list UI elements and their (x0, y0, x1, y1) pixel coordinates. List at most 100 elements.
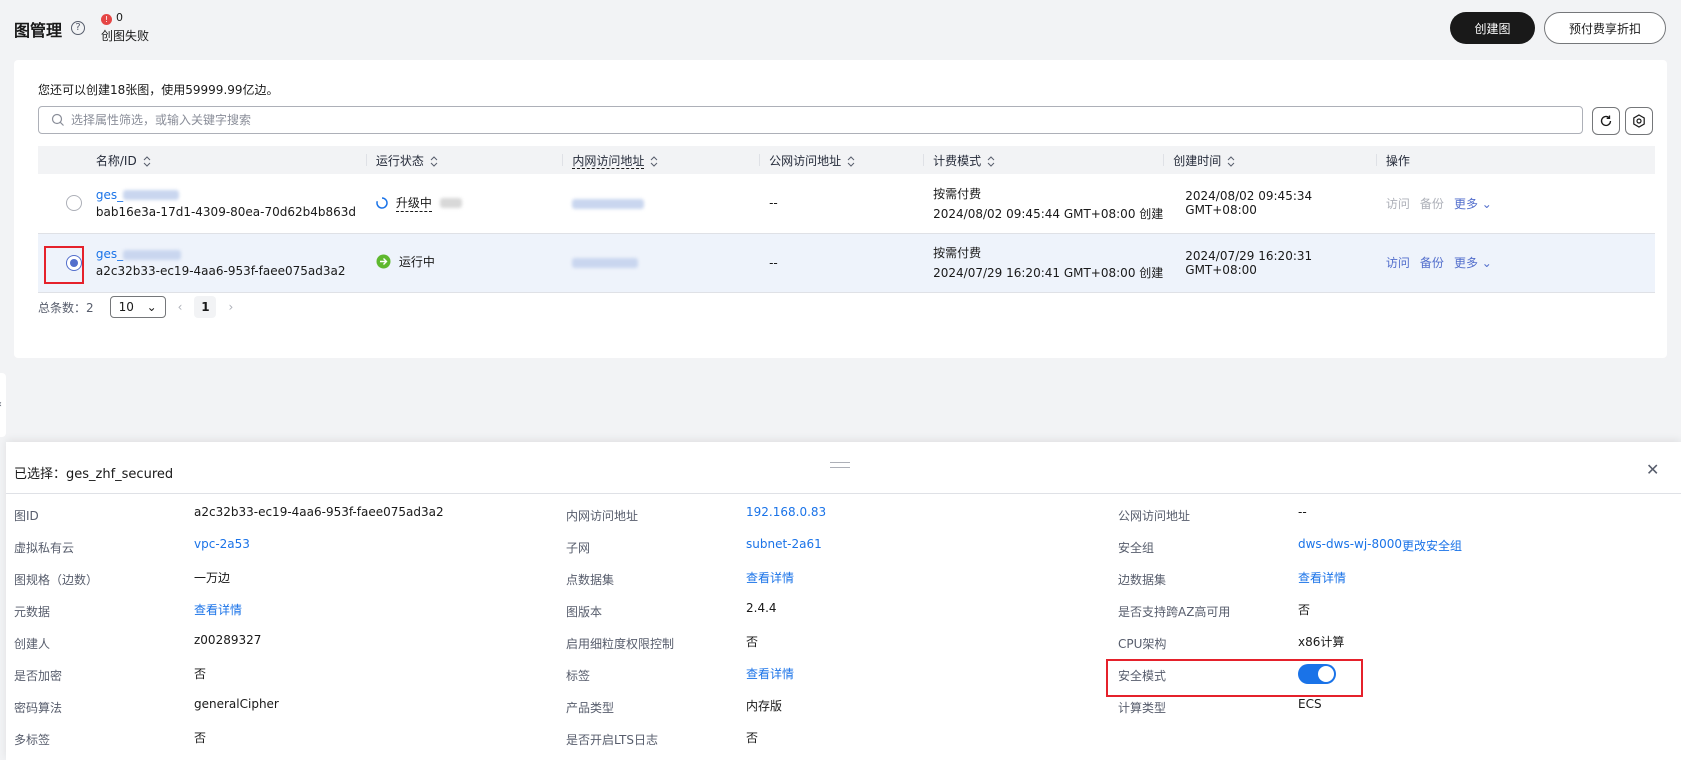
graph-name-link[interactable]: ges_ (96, 247, 366, 261)
detail-label: 是否支持跨AZ高可用 (1118, 605, 1231, 619)
detail-value: 否 (1298, 603, 1311, 617)
close-icon[interactable]: ✕ (1646, 460, 1659, 479)
detail-value[interactable]: 查看详情 (194, 601, 242, 618)
table-header: 名称/ID 运行状态 内网访问地址 公网访问地址 计费模式 创建时间 操作 (38, 146, 1655, 174)
backup-link[interactable]: 备份 (1420, 256, 1444, 270)
detail-value[interactable]: 查看详情 (746, 665, 794, 682)
detail-panel: 已选择：ges_zhf_secured ✕ 图ID a2c32b33-ec19-4… (6, 442, 1681, 760)
backup-link[interactable]: 备份 (1420, 197, 1444, 211)
more-dropdown[interactable]: 更多 ⌄ (1454, 197, 1492, 211)
refresh-button[interactable] (1592, 107, 1620, 135)
next-page-icon[interactable]: › (228, 300, 233, 314)
page-number[interactable]: 1 (194, 296, 217, 318)
detail-label: 计算类型 (1118, 701, 1167, 715)
col-select (38, 146, 86, 174)
prepaid-discount-button[interactable]: 预付费享折扣 (1544, 12, 1666, 44)
help-icon[interactable]: ? (71, 21, 85, 35)
detail-label: 是否加密 (14, 669, 63, 683)
settings-button[interactable] (1625, 107, 1653, 135)
detail-value[interactable]: dws-dws-wj-8000 (1298, 537, 1402, 551)
detail-label: 产品类型 (566, 701, 615, 715)
detail-value[interactable]: 查看详情 (746, 569, 794, 586)
created-time: 2024/07/29 16:20:31 GMT+08:00 (1163, 233, 1376, 293)
graph-name-link[interactable]: ges_ (96, 188, 366, 202)
failed-label: 创图失败 (101, 29, 150, 43)
page-size-select[interactable]: 10 ⌄ (109, 296, 166, 318)
status-badge: 运行中 (376, 253, 435, 270)
col-public-ip[interactable]: 公网访问地址 (759, 146, 924, 174)
detail-value: ECS (1298, 697, 1322, 711)
detail-label: 图规格（边数） (14, 573, 99, 587)
detail-label: 子网 (566, 541, 591, 555)
visit-link[interactable]: 访问 (1386, 197, 1410, 211)
redacted-private-ip (572, 198, 645, 209)
visit-link[interactable]: 访问 (1386, 256, 1410, 270)
total-count: 总条数：2 (38, 300, 94, 315)
create-graph-button[interactable]: 创建图 (1450, 12, 1535, 44)
billing-time: 2024/07/29 16:20:41 GMT+08:00 创建 (933, 266, 1164, 280)
billing-mode: 按需付费 (933, 186, 982, 201)
gear-icon (1633, 114, 1645, 128)
drag-handle[interactable] (830, 462, 850, 468)
detail-label: 安全组 (1118, 541, 1155, 555)
search-icon (51, 113, 64, 126)
detail-label: 标签 (566, 669, 591, 683)
detail-label: 元数据 (14, 605, 51, 619)
detail-label: 虚拟私有云 (14, 541, 75, 555)
public-ip: -- (759, 233, 924, 293)
highlight-box (1106, 659, 1363, 697)
detail-value: z00289327 (194, 633, 262, 647)
table-row[interactable]: ges_ bab16e3a-17d1-4309-80ea-70d62b4b863… (38, 174, 1655, 234)
failed-count[interactable]: ! 0 (101, 11, 123, 25)
pagination: 总条数：2 10 ⌄ ‹ 1 › (38, 295, 233, 319)
detail-grid: 图ID a2c32b33-ec19-4aa6-953f-faee075ad3a2 虚… (6, 442, 1681, 747)
panel-title: 已选择：ges_zhf_secured (14, 467, 174, 482)
error-icon: ! (101, 14, 112, 25)
table-row[interactable]: ges_ a2c32b33-ec19-4aa6-953f-faee075ad3a… (38, 233, 1655, 293)
detail-value[interactable]: 192.168.0.83 (746, 505, 826, 519)
detail-value: 一万边 (194, 571, 231, 585)
highlight-box (44, 246, 84, 284)
detail-value: generalCipher (194, 697, 279, 711)
row-radio[interactable] (66, 195, 82, 212)
search-box[interactable] (38, 106, 1583, 134)
detail-value[interactable]: vpc-2a53 (194, 537, 250, 551)
graph-list-card: 您还可以创建18张图，使用59999.99亿边。 名称/ID 运行状态 内网访问… (14, 60, 1667, 358)
more-dropdown[interactable]: 更多 ⌄ (1454, 256, 1492, 270)
detail-value[interactable]: subnet-2a61 (746, 537, 822, 551)
redacted-private-ip (572, 258, 639, 268)
detail-label: 启用细粒度权限控制 (566, 637, 675, 651)
search-input[interactable] (71, 107, 1571, 133)
graph-id: bab16e3a-17d1-4309-80ea-70d62b4b863d (95, 204, 357, 219)
detail-value[interactable]: 查看详情 (1298, 569, 1346, 586)
sort-icon (847, 155, 855, 167)
sort-icon (650, 155, 658, 167)
chevron-down-icon: ⌄ (1481, 196, 1492, 211)
detail-label: 密码算法 (14, 701, 63, 715)
billing-time: 2024/08/02 09:45:44 GMT+08:00 创建 (933, 206, 1164, 221)
quota-text: 您还可以创建18张图，使用59999.99亿边。 (38, 83, 279, 97)
detail-label: 点数据集 (566, 573, 615, 587)
detail-value: 2.4.4 (746, 601, 777, 615)
col-created[interactable]: 创建时间 (1163, 146, 1376, 174)
sort-icon (143, 155, 151, 167)
change-security-group-link[interactable]: 更改安全组 (1402, 537, 1462, 554)
sort-icon (987, 155, 995, 167)
divider (6, 493, 1681, 494)
detail-value: x86计算 (1298, 635, 1345, 649)
sidebar-collapse-handle[interactable]: ‹ (0, 373, 6, 437)
col-private-ip[interactable]: 内网访问地址 (562, 146, 760, 174)
detail-label: 图ID (14, 509, 39, 523)
redacted-name (123, 249, 182, 260)
col-billing[interactable]: 计费模式 (923, 146, 1164, 174)
detail-label: 公网访问地址 (1118, 509, 1191, 523)
detail-value: 否 (194, 731, 207, 745)
prev-page-icon[interactable]: ‹ (178, 300, 183, 314)
created-time: 2024/08/02 09:45:34 GMT+08:00 (1163, 174, 1376, 234)
detail-label: 内网访问地址 (566, 509, 639, 523)
billing-mode: 按需付费 (933, 246, 982, 260)
page-title: 图管理 (14, 21, 63, 40)
running-icon (376, 254, 391, 269)
col-name[interactable]: 名称/ID (85, 146, 366, 174)
col-status[interactable]: 运行状态 (365, 146, 563, 174)
